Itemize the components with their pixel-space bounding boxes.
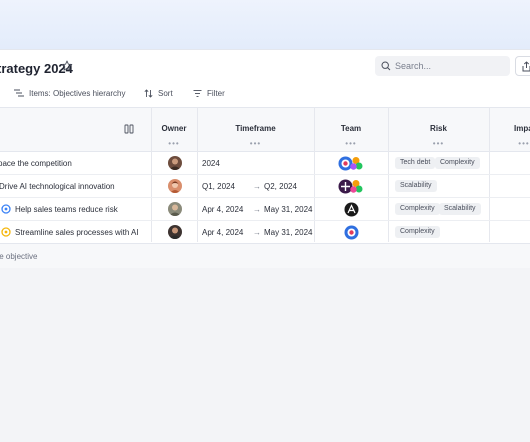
- table-row[interactable]: Streamline sales processes with AI Apr 4…: [0, 221, 530, 244]
- sort-button[interactable]: Sort: [144, 87, 173, 99]
- objective-title[interactable]: Streamline sales processes with AI: [15, 228, 139, 237]
- items-hierarchy-label: Items: Objectives hierarchy: [29, 88, 126, 98]
- timeframe-start[interactable]: Q1, 2024: [202, 182, 235, 191]
- risk-chip[interactable]: Scalability: [395, 180, 437, 192]
- filter-label: Filter: [207, 88, 225, 98]
- add-objective-row[interactable]: te objective: [0, 243, 530, 268]
- sort-label: Sort: [158, 88, 173, 98]
- risk-chip[interactable]: Complexity: [395, 203, 440, 215]
- items-hierarchy-button[interactable]: Items: Objectives hierarchy: [14, 87, 125, 99]
- avatar[interactable]: [168, 179, 182, 193]
- sort-icon: [144, 88, 153, 98]
- column-header-impact[interactable]: Impa: [514, 124, 530, 133]
- objective-title[interactable]: Drive AI technological innovation: [0, 182, 115, 191]
- top-banner: [0, 0, 530, 49]
- avatar[interactable]: [168, 225, 182, 239]
- timeframe-start[interactable]: Apr 4, 2024: [202, 205, 243, 214]
- columns-icon[interactable]: [124, 124, 134, 134]
- timeframe-end[interactable]: Q2, 2024: [264, 182, 297, 191]
- timeframe-arrow: →: [253, 205, 261, 214]
- owner-column-menu[interactable]: •••: [151, 139, 197, 148]
- search-placeholder: Search...: [395, 61, 432, 71]
- column-header-owner[interactable]: Owner: [151, 124, 197, 133]
- table-row[interactable]: Help sales teams reduce risk Apr 4, 2024…: [0, 198, 530, 221]
- add-objective-label[interactable]: te objective: [0, 252, 37, 261]
- share-button[interactable]: [515, 56, 530, 76]
- column-header-team[interactable]: Team: [314, 124, 388, 133]
- status-ring-icon: [1, 204, 11, 214]
- team-icon[interactable]: [344, 225, 359, 240]
- team-icon[interactable]: [338, 156, 364, 171]
- risk-chip[interactable]: Complexity: [435, 157, 480, 169]
- risk-column-menu[interactable]: •••: [388, 139, 489, 148]
- avatar[interactable]: [168, 202, 182, 216]
- table-row[interactable]: Drive AI technological innovation Q1, 20…: [0, 175, 530, 198]
- column-header-risk[interactable]: Risk: [388, 124, 489, 133]
- team-icon[interactable]: [338, 179, 364, 194]
- team-icon[interactable]: [344, 202, 359, 217]
- timeframe-end[interactable]: May 31, 2024: [264, 205, 312, 214]
- table-row[interactable]: pace the competition 2024 Tech debt Comp…: [0, 152, 530, 175]
- risk-chip[interactable]: Tech debt: [395, 157, 436, 169]
- timeframe-end[interactable]: May 31, 2024: [264, 228, 312, 237]
- star-icon[interactable]: [61, 60, 73, 72]
- timeframe-start[interactable]: 2024: [202, 159, 220, 168]
- share-icon: [522, 61, 530, 72]
- hierarchy-icon: [14, 89, 24, 97]
- filter-button[interactable]: Filter: [193, 87, 225, 99]
- search-input[interactable]: Search...: [375, 56, 510, 76]
- objective-title[interactable]: Help sales teams reduce risk: [15, 205, 118, 214]
- timeframe-column-menu[interactable]: •••: [197, 139, 314, 148]
- timeframe-start[interactable]: Apr 4, 2024: [202, 228, 243, 237]
- column-header-timeframe[interactable]: Timeframe: [197, 124, 314, 133]
- risk-chip[interactable]: Scalability: [439, 203, 481, 215]
- impact-column-menu[interactable]: •••: [489, 139, 530, 148]
- risk-chip[interactable]: Complexity: [395, 226, 440, 238]
- timeframe-arrow: →: [253, 182, 261, 191]
- status-ring-icon: [1, 227, 11, 237]
- team-column-menu[interactable]: •••: [314, 139, 388, 148]
- search-icon: [381, 61, 391, 71]
- objective-title[interactable]: pace the competition: [0, 159, 72, 168]
- filter-icon: [193, 89, 202, 97]
- avatar[interactable]: [168, 156, 182, 170]
- timeframe-arrow: →: [253, 228, 261, 237]
